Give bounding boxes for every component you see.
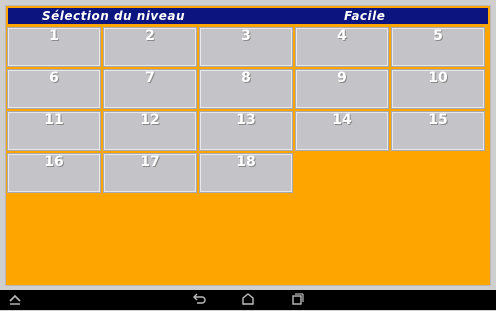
level-button-6[interactable]: 6 <box>8 70 100 108</box>
level-button-18[interactable]: 18 <box>200 154 292 192</box>
difficulty-label: Facile <box>344 9 386 23</box>
level-button-15[interactable]: 15 <box>392 112 484 150</box>
page-title: Sélection du niveau <box>42 9 186 23</box>
level-button-1[interactable]: 1 <box>8 28 100 66</box>
system-navigation-bar <box>0 290 496 310</box>
level-button-4[interactable]: 4 <box>296 28 388 66</box>
chevron-up-icon[interactable] <box>8 292 22 311</box>
level-button-5[interactable]: 5 <box>392 28 484 66</box>
level-select-panel: Sélection du niveau Facile 1 2 3 4 5 6 7… <box>6 6 490 285</box>
level-button-8[interactable]: 8 <box>200 70 292 108</box>
level-button-2[interactable]: 2 <box>104 28 196 66</box>
level-button-14[interactable]: 14 <box>296 112 388 150</box>
recents-icon[interactable] <box>290 292 304 311</box>
level-button-3[interactable]: 3 <box>200 28 292 66</box>
level-button-17[interactable]: 17 <box>104 154 196 192</box>
back-icon[interactable] <box>192 292 206 311</box>
level-button-7[interactable]: 7 <box>104 70 196 108</box>
level-button-10[interactable]: 10 <box>392 70 484 108</box>
level-button-12[interactable]: 12 <box>104 112 196 150</box>
level-button-9[interactable]: 9 <box>296 70 388 108</box>
header-bar: Sélection du niveau Facile <box>8 8 488 24</box>
level-button-13[interactable]: 13 <box>200 112 292 150</box>
level-button-16[interactable]: 16 <box>8 154 100 192</box>
home-icon[interactable] <box>241 292 255 311</box>
level-button-11[interactable]: 11 <box>8 112 100 150</box>
